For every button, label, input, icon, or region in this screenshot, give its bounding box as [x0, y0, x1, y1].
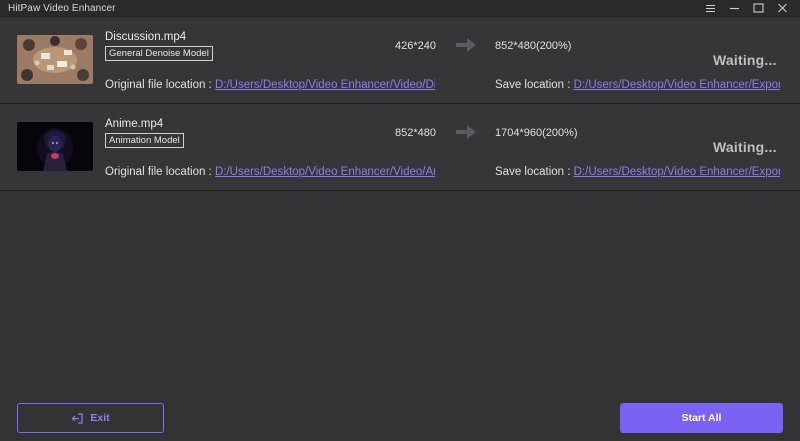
video-thumbnail-discussion [17, 35, 93, 84]
status-text: Waiting... [713, 139, 777, 155]
video-thumbnail-anime [17, 122, 93, 171]
file-row: Anime.mp4 Animation Model 852*480 1704*9… [0, 104, 800, 191]
start-all-button[interactable]: Start All [620, 403, 783, 433]
maximize-icon[interactable] [746, 0, 770, 17]
output-resolution: 852*480(200%) [495, 40, 572, 52]
arrow-right-icon [455, 124, 477, 140]
model-badge: Animation Model [105, 133, 184, 148]
save-location-link[interactable]: D:/Users/Desktop/Video Enhancer/Export\ [574, 79, 780, 91]
status-text: Waiting... [713, 52, 777, 68]
title-bar: HitPaw Video Enhancer [0, 0, 800, 17]
input-resolution: 852*480 [395, 127, 436, 139]
exit-icon [71, 412, 83, 424]
window-controls [698, 0, 800, 17]
save-location: Save location : D:/Users/Desktop/Video E… [495, 166, 780, 178]
file-name: Discussion.mp4 [105, 31, 187, 43]
original-location-link[interactable]: D:/Users/Desktop/Video Enhancer/Video/Di… [215, 79, 435, 91]
save-location: Save location : D:/Users/Desktop/Video E… [495, 79, 780, 91]
input-resolution: 426*240 [395, 40, 436, 52]
arrow-right-icon [455, 37, 477, 53]
save-location-label: Save location : [495, 166, 571, 178]
original-location-link[interactable]: D:/Users/Desktop/Video Enhancer/Video/An… [215, 166, 435, 178]
save-location-link[interactable]: D:/Users/Desktop/Video Enhancer/Export\ [574, 166, 780, 178]
original-location-label: Original file location : [105, 79, 212, 91]
exit-button[interactable]: Exit [17, 403, 164, 433]
file-name: Anime.mp4 [105, 118, 164, 130]
menu-icon[interactable] [698, 0, 722, 17]
original-location: Original file location : D:/Users/Deskto… [105, 79, 435, 91]
output-resolution: 1704*960(200%) [495, 127, 578, 139]
model-badge: General Denoise Model [105, 46, 213, 61]
minimize-icon[interactable] [722, 0, 746, 17]
close-icon[interactable] [770, 0, 794, 17]
exit-button-label: Exit [90, 412, 110, 424]
file-row: Discussion.mp4 General Denoise Model 426… [0, 17, 800, 104]
app-title: HitPaw Video Enhancer [8, 2, 116, 14]
original-location: Original file location : D:/Users/Deskto… [105, 166, 435, 178]
original-location-label: Original file location : [105, 166, 212, 178]
save-location-label: Save location : [495, 79, 571, 91]
